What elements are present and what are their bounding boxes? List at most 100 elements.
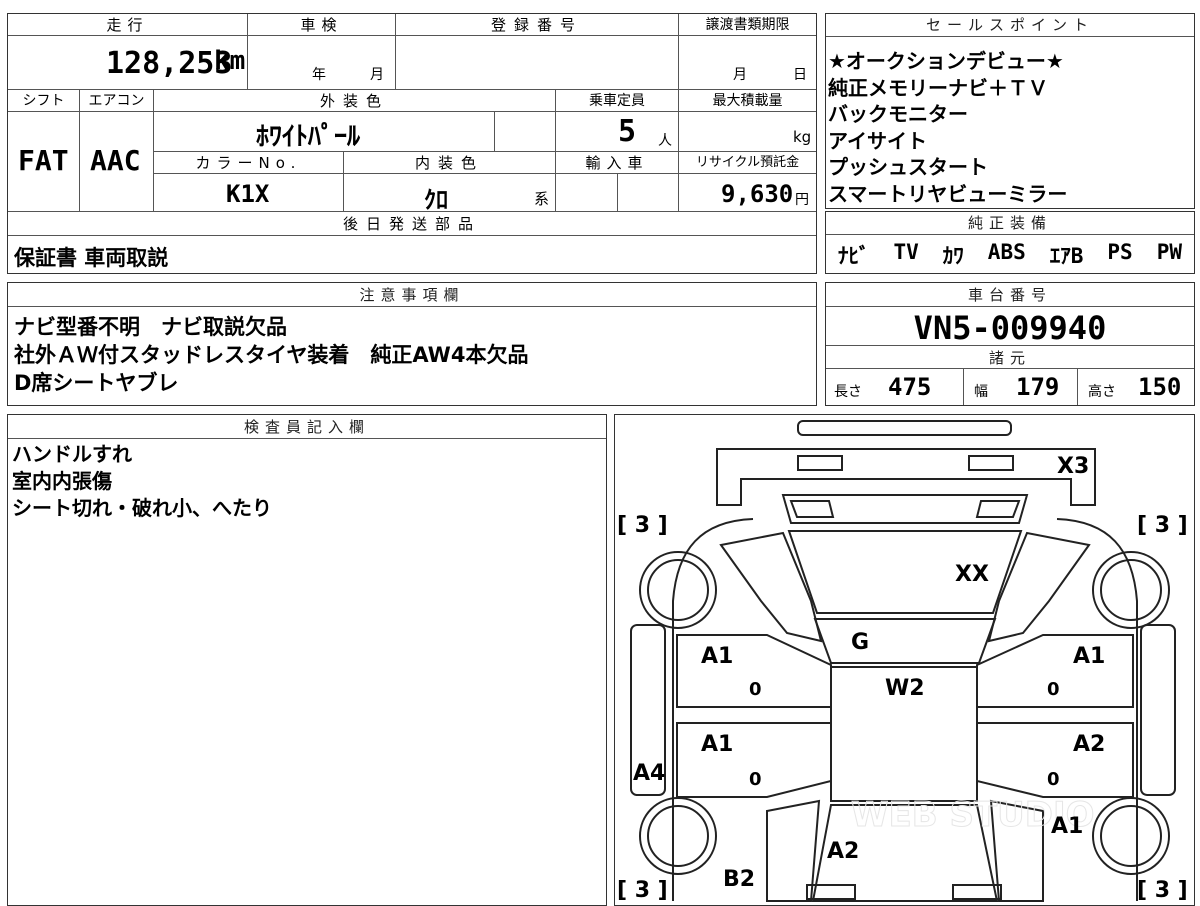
notes-header: 注意事項欄 — [8, 283, 816, 307]
front-left-mark: A1 — [701, 644, 733, 669]
mileage-header: 走行 — [8, 14, 248, 36]
capacity-header: 乗車定員 — [556, 90, 679, 112]
aircon-value: AAC — [90, 144, 141, 177]
inspector-line: 室内内張傷 — [12, 469, 112, 493]
left-sill-mark: A4 — [633, 761, 665, 786]
rear-right-sub: 0 — [1047, 769, 1060, 790]
later-parts-header: 後日発送部品 — [8, 212, 816, 236]
rear-bumper-mark: B2 — [723, 867, 755, 892]
sales-point-item: ★オークションデビュー★ — [828, 49, 1064, 73]
car-diagram: WEB STUDIO [ 3 ] [ 3 ] [ 3 ] [ 3 ] X3 XX… — [617, 420, 1188, 903]
exterior-extra-cell — [495, 112, 556, 152]
body-outline-right — [1056, 518, 1138, 901]
inspection-cell: 年 月 — [248, 36, 396, 90]
equipment-item: ABS — [987, 240, 1026, 264]
inspector-line: ハンドルすれ — [12, 442, 132, 466]
capacity-unit: 人 — [658, 133, 672, 149]
spec-height: 高さ 150 — [1078, 369, 1194, 405]
height-label: 高さ — [1088, 384, 1116, 400]
exterior-header: 外装色 — [154, 90, 556, 112]
rear-left-mark: A1 — [701, 732, 733, 757]
spec-label: 諸元 — [988, 349, 1031, 367]
spec-row: 長さ 475 幅 179 高さ 150 — [826, 369, 1194, 405]
sales-points-panel: セールスポイント ★オークションデビュー★ 純正メモリーナビ＋ＴＶ バックモニタ… — [825, 13, 1195, 209]
front-bumper — [716, 448, 1096, 506]
equipment-item: ﾅﾋﾞ — [838, 244, 870, 268]
chassis-label: 車台番号 — [967, 286, 1052, 304]
capacity-cell: 5 人 — [556, 112, 679, 152]
width-label: 幅 — [974, 384, 988, 400]
length-label: 長さ — [834, 384, 862, 400]
tire-rating-rear-right: [ 3 ] — [1137, 878, 1188, 903]
transfer-label: 譲渡書類期限 — [705, 17, 790, 33]
front-bumper-mark: X3 — [1057, 454, 1089, 479]
front-bar — [797, 420, 1012, 436]
trunk-mark: A2 — [827, 839, 859, 864]
shift-cell: FAT — [8, 112, 80, 212]
capacity-label: 乗車定員 — [589, 93, 645, 109]
import-header: 輸入車 — [556, 152, 679, 174]
car-diagram-panel: WEB STUDIO [ 3 ] [ 3 ] [ 3 ] [ 3 ] X3 XX… — [614, 414, 1195, 906]
registration-label: 登録番号 — [490, 16, 583, 34]
vehicle-info-panel: 走行 車検 登録番号 譲渡書類期限 128,253 km 年 月 月 日 シフト… — [7, 13, 817, 274]
transfer-day: 日 — [793, 67, 807, 83]
recycle-unit: 円 — [795, 192, 809, 208]
chassis-number: VN5-009940 — [913, 309, 1107, 347]
recycle-label: リサイクル預託金 — [695, 155, 800, 170]
tire-rating-front-left: [ 3 ] — [617, 513, 668, 538]
inspector-panel: 検査員記入欄 ハンドルすれ 室内内張傷 シート切れ・破れ小、へたり — [7, 414, 607, 906]
maxload-label: 最大積載量 — [712, 93, 783, 109]
recycle-header: リサイクル預託金 — [679, 152, 816, 174]
exterior-cell: ﾎﾜｲﾄﾊﾟｰﾙ — [154, 112, 495, 152]
shift-label: シフト — [22, 93, 65, 109]
maxload-unit: kg — [793, 128, 812, 146]
equipment-label: 純正装備 — [967, 214, 1052, 232]
headlight-left — [797, 455, 843, 471]
inspection-header: 車検 — [248, 14, 396, 36]
sales-points-header: セールスポイント — [826, 14, 1194, 37]
interior-value: ｸﾛ — [424, 186, 448, 212]
recycle-cell: 9,630 円 — [679, 174, 816, 212]
later-parts-value: 保証書 車両取説 — [14, 246, 169, 270]
front-right-sub: 0 — [1047, 679, 1060, 700]
exterior-label: 外装色 — [319, 92, 389, 110]
aircon-cell: AAC — [80, 112, 154, 212]
aircon-header: エアコン — [80, 90, 154, 112]
inspector-list: ハンドルすれ 室内内張傷 シート切れ・破れ小、へたり — [12, 441, 272, 522]
transfer-month: 月 — [733, 67, 747, 83]
chassis-panel: 車台番号 VN5-009940 諸元 長さ 475 幅 179 高さ 150 — [825, 282, 1195, 406]
shift-value: FAT — [18, 144, 69, 177]
wheel-rear-left — [639, 797, 717, 875]
equipment-panel: 純正装備 ﾅﾋﾞ TV ｶﾜ ABS ｴｱB PS PW — [825, 211, 1195, 274]
notes-label: 注意事項欄 — [359, 286, 465, 304]
spec-length: 長さ 475 — [826, 369, 964, 405]
equipment-header: 純正装備 — [826, 212, 1194, 235]
capacity-value: 5 — [618, 114, 637, 149]
grille — [781, 494, 1029, 524]
roof-mark: W2 — [885, 676, 925, 701]
shift-header: シフト — [8, 90, 80, 112]
sales-point-item: アイサイト — [828, 128, 927, 153]
import-cell-a — [556, 174, 618, 212]
exterior-value: ﾎﾜｲﾄﾊﾟｰﾙ — [256, 122, 361, 152]
equipment-item: TV — [893, 240, 919, 264]
maxload-header: 最大積載量 — [679, 90, 816, 112]
transfer-header: 譲渡書類期限 — [679, 14, 816, 36]
recycle-value: 9,630 — [721, 180, 794, 208]
tire-rating-front-right: [ 3 ] — [1137, 513, 1188, 538]
import-cell-b — [618, 174, 679, 212]
front-right-mark: A1 — [1073, 644, 1105, 669]
registration-cell — [396, 36, 679, 90]
interior-header: 内装色 — [344, 152, 556, 174]
sales-points-list: ★オークションデビュー★ 純正メモリーナビ＋ＴＶ バックモニター アイサイト プ… — [828, 48, 1067, 207]
sales-point-item: バックモニター — [828, 102, 968, 126]
interior-suffix: 系 — [534, 190, 550, 208]
inspector-label: 検査員記入欄 — [243, 418, 370, 436]
inspection-year-unit: 年 — [312, 67, 326, 83]
registration-header: 登録番号 — [396, 14, 679, 36]
mileage-unit: km — [214, 46, 246, 76]
equipment-item: PS — [1107, 240, 1133, 264]
later-parts-label: 後日発送部品 — [342, 215, 481, 233]
wheel-rear-right — [1092, 797, 1170, 875]
sales-points-label: セールスポイント — [925, 16, 1094, 34]
